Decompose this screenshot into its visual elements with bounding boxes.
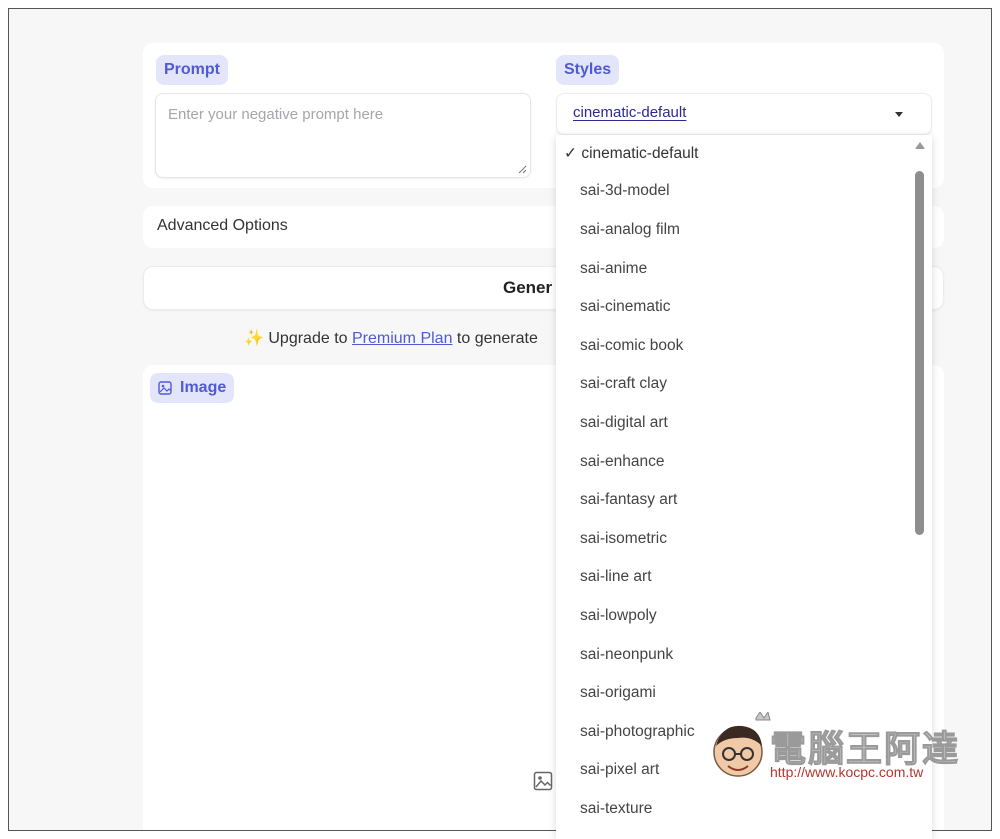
watermark: 電腦王阿達 http://www.kocpc.com.tw	[708, 712, 978, 788]
negative-prompt-placeholder: Enter your negative prompt here	[168, 106, 384, 123]
upgrade-prefix: Upgrade to	[268, 330, 352, 347]
dropdown-option[interactable]: sai-fantasy art	[580, 491, 677, 509]
dropdown-option[interactable]: sai-texture	[580, 800, 652, 818]
image-label: Image	[150, 373, 235, 403]
scrollbar-thumb[interactable]	[915, 171, 924, 535]
dropdown-option[interactable]: sai-anime	[580, 260, 647, 278]
styles-selected-value: cinematic-default	[573, 104, 687, 121]
upgrade-suffix: to generate	[452, 330, 538, 347]
chevron-down-icon	[895, 112, 903, 117]
premium-plan-link[interactable]: Premium Plan	[352, 330, 452, 347]
dropdown-option[interactable]: sai-craft clay	[580, 375, 667, 393]
resize-handle-icon[interactable]	[517, 164, 527, 174]
dropdown-option[interactable]: sai-enhance	[580, 453, 664, 471]
dropdown-option[interactable]: sai-3d-model	[580, 182, 670, 200]
image-icon	[158, 381, 172, 395]
image-placeholder-icon	[533, 771, 553, 791]
dropdown-option[interactable]: sai-analog film	[580, 221, 680, 239]
dropdown-option[interactable]: sai-isometric	[580, 530, 667, 548]
dropdown-option[interactable]: sai-comic book	[580, 337, 683, 355]
dropdown-option[interactable]: sai-line art	[580, 568, 652, 586]
advanced-options-label: Advanced Options	[157, 217, 288, 234]
dropdown-option[interactable]: sai-digital art	[580, 414, 668, 432]
image-label-text: Image	[180, 379, 227, 396]
styles-label: Styles	[556, 55, 620, 85]
negative-prompt-input[interactable]: Enter your negative prompt here	[155, 93, 531, 178]
dropdown-option[interactable]: sai-photographic	[580, 723, 695, 741]
prompt-label: Prompt	[156, 55, 228, 85]
sparkles-icon: ✨	[244, 330, 264, 347]
dropdown-option[interactable]: sai-cinematic	[580, 298, 670, 316]
mascot-logo-icon	[713, 712, 771, 777]
check-icon: ✓	[564, 145, 577, 162]
dropdown-option[interactable]: sai-lowpoly	[580, 607, 657, 625]
dropdown-option-selected[interactable]: ✓ cinematic-default	[564, 144, 698, 163]
styles-select[interactable]: cinematic-default	[556, 93, 932, 135]
dropdown-option[interactable]: sai-pixel art	[580, 761, 659, 779]
dropdown-option[interactable]: sai-neonpunk	[580, 646, 673, 664]
generate-button-label: Gener	[503, 278, 553, 297]
watermark-url: http://www.kocpc.com.tw	[770, 764, 924, 780]
upgrade-notice: ✨ Upgrade to Premium Plan to generate	[244, 328, 538, 348]
dropdown-option[interactable]: sai-origami	[580, 684, 656, 702]
scroll-up-arrow-icon[interactable]	[915, 142, 925, 149]
